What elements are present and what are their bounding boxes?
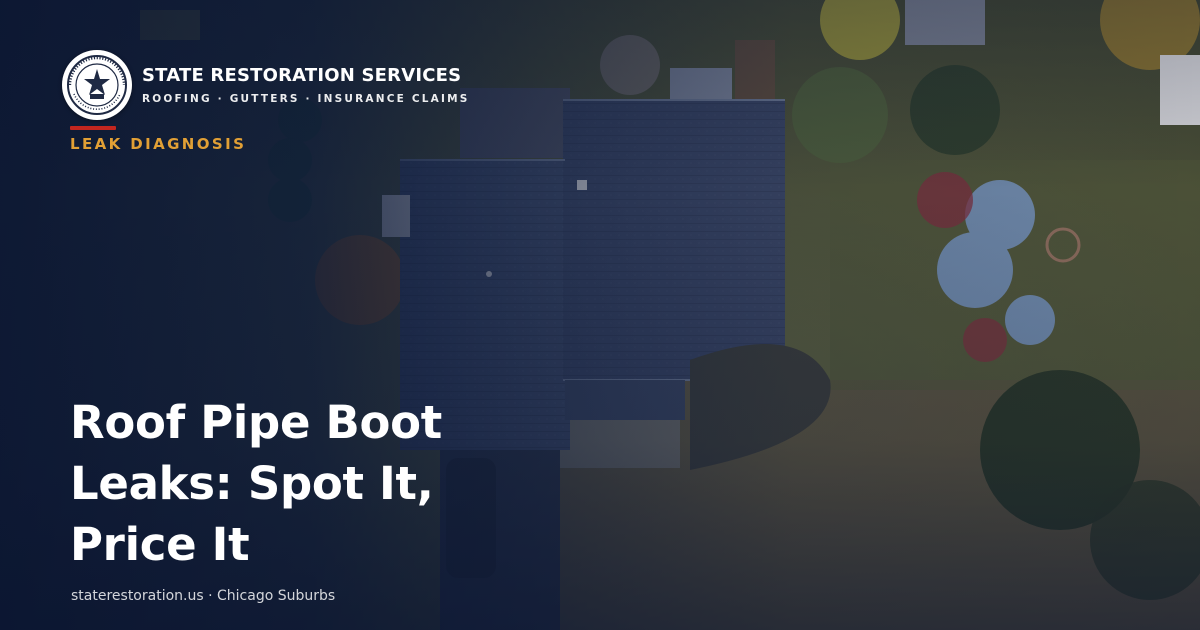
headline-line-3: Price It (70, 518, 250, 571)
footer-separator: · (203, 588, 218, 604)
seal-icon (67, 55, 127, 115)
company-seal-logo (62, 50, 132, 120)
footer-line: staterestoration.us · Chicago Suburbs (71, 588, 335, 604)
company-name: STATE RESTORATION SERVICES (142, 65, 462, 86)
accent-bar (70, 126, 116, 130)
brand-lockup: STATE RESTORATION SERVICES ROOFING · GUT… (62, 50, 470, 120)
headline-line-1: Roof Pipe Boot (70, 396, 442, 449)
category-label: LEAK DIAGNOSIS (70, 135, 247, 153)
service-area: Chicago Suburbs (217, 588, 336, 604)
headline: Roof Pipe Boot Leaks: Spot It, Price It (70, 392, 590, 575)
social-card: STATE RESTORATION SERVICES ROOFING · GUT… (0, 0, 1200, 630)
headline-line-2: Leaks: Spot It, (70, 457, 434, 510)
company-tagline: ROOFING · GUTTERS · INSURANCE CLAIMS (142, 93, 470, 105)
website-url: staterestoration.us (71, 588, 204, 604)
